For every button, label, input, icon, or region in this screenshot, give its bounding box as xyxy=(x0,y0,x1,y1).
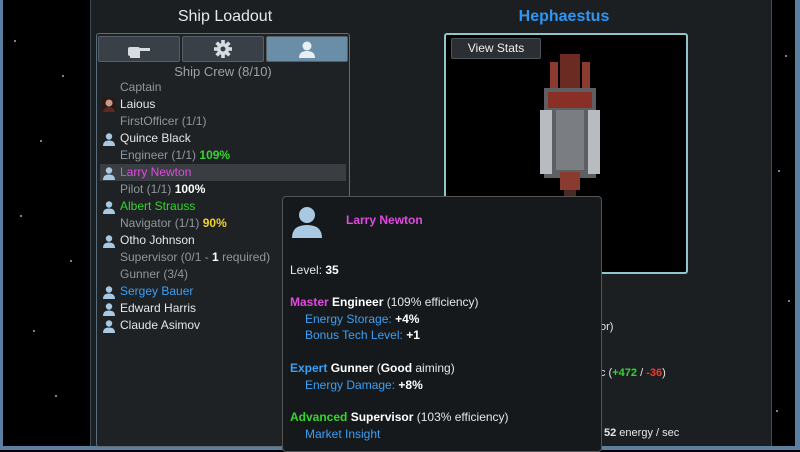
stat-peek-b-suffix: ) xyxy=(662,367,666,379)
crew-name: Larry Newton xyxy=(120,165,192,179)
level-value: 35 xyxy=(325,263,339,277)
skill-rank: Advanced xyxy=(290,410,348,424)
stat-peek-c-unit: energy / sec xyxy=(616,427,680,439)
skill-desc: (103% efficiency) xyxy=(413,410,509,424)
role-line: Supervisor (0/1 - 1 required) xyxy=(120,249,270,266)
role-efficiency: 100% xyxy=(174,182,206,196)
skill-rank: Expert xyxy=(290,361,328,375)
star xyxy=(776,410,778,412)
crew-name: Otho Johnson xyxy=(120,233,195,247)
skill-desc-suffix: aiming) xyxy=(412,361,455,375)
role-engineer: Engineer (1/1) 109% xyxy=(100,147,346,164)
role-label: FirstOfficer (1/1) xyxy=(120,114,207,128)
star xyxy=(40,140,42,142)
person-icon xyxy=(103,303,115,316)
person-icon xyxy=(103,320,115,333)
crew-member-laious[interactable]: Laious xyxy=(100,96,346,113)
skill-desc: (109% efficiency) xyxy=(383,295,479,309)
person-icon xyxy=(103,201,115,214)
role-required-count: 1 xyxy=(212,250,219,264)
tooltip-level: Level: 35 xyxy=(290,263,339,277)
ship-sprite xyxy=(540,54,600,198)
crew-name: Laious xyxy=(120,97,156,111)
skill-engineer: Master Engineer (109% efficiency) xyxy=(290,295,479,309)
role-label: Supervisor (0/1 - xyxy=(120,250,213,264)
tab-crew[interactable] xyxy=(266,36,348,62)
skill-supervisor: Advanced Supervisor (103% efficiency) xyxy=(290,410,509,424)
role-label: Engineer (1/1) xyxy=(120,148,197,162)
crew-member-quince-black[interactable]: Quince Black xyxy=(100,130,346,147)
star xyxy=(14,40,16,42)
crew-name: Sergey Bauer xyxy=(120,284,194,298)
ship-name-title: Hephaestus xyxy=(518,8,610,25)
crew-portrait-icon xyxy=(292,207,322,238)
skill-desc: ( xyxy=(373,361,381,375)
bonus-energy-storage: Energy Storage: +4% xyxy=(305,312,419,326)
stat-peek-b-separator: / xyxy=(637,367,647,379)
ship-loadout-title: Ship Loadout xyxy=(177,8,273,25)
turret-icon xyxy=(128,47,150,58)
role-first-officer: FirstOfficer (1/1) xyxy=(100,113,346,130)
crew-name: Albert Strauss xyxy=(120,199,196,213)
person-icon xyxy=(103,167,115,180)
crew-name: Edward Harris xyxy=(120,301,197,315)
skill-title: Gunner xyxy=(327,361,374,375)
ship-crew-header: Ship Crew (8/10) xyxy=(174,64,272,79)
person-icon xyxy=(103,235,115,248)
role-captain: Captain xyxy=(100,79,346,96)
tooltip-crew-name: Larry Newton xyxy=(346,213,423,227)
star xyxy=(62,75,64,77)
role-line: Navigator (1/1) 90% xyxy=(120,215,227,232)
captain-portrait-icon xyxy=(102,98,116,112)
bonus-label: Energy Storage: xyxy=(305,312,396,326)
star xyxy=(788,300,790,302)
star xyxy=(33,330,35,332)
star xyxy=(20,215,22,217)
gear-icon xyxy=(214,40,232,58)
bonus-value: +1 xyxy=(406,328,420,342)
role-label: Navigator (1/1) xyxy=(120,216,200,230)
star xyxy=(785,55,787,57)
crew-name: Quince Black xyxy=(120,131,191,145)
role-efficiency: 109% xyxy=(199,148,231,162)
crew-member-larry-newton[interactable]: Larry Newton xyxy=(100,164,346,181)
crew-name: Claude Asimov xyxy=(120,318,201,332)
skill-title: Supervisor xyxy=(347,410,414,424)
bonus-tech-level: Bonus Tech Level: +1 xyxy=(305,328,420,342)
bonus-energy-damage: Energy Damage: +8% xyxy=(305,378,423,392)
stat-peek-b: c (+472 / -36) xyxy=(600,367,666,379)
person-icon xyxy=(103,286,115,299)
stat-peek-a: or) xyxy=(600,321,614,333)
role-label-suffix: required) xyxy=(218,250,271,264)
tab-modules[interactable] xyxy=(182,36,264,62)
screen-frame-right xyxy=(795,0,800,450)
role-efficiency: 90% xyxy=(202,216,227,230)
skill-title: Engineer xyxy=(328,295,384,309)
skill-desc-quality: Good xyxy=(380,361,413,375)
tab-weapons[interactable] xyxy=(98,36,180,62)
role-label: Captain xyxy=(120,80,162,94)
bonus-market-insight: Market Insight xyxy=(305,427,381,441)
level-label: Level: xyxy=(290,263,326,277)
skill-gunner: Expert Gunner (Good aiming) xyxy=(290,361,455,375)
bonus-value: +8% xyxy=(398,378,423,392)
bonus-label: Bonus Tech Level: xyxy=(305,328,407,342)
screen-frame-left xyxy=(0,0,3,450)
person-icon xyxy=(299,41,315,58)
bonus-label: Energy Damage: xyxy=(305,378,399,392)
stat-peek-b-negative: -36 xyxy=(646,367,663,379)
skill-rank: Master xyxy=(290,295,329,309)
stat-peek-b-positive: +472 xyxy=(612,367,638,379)
star xyxy=(778,170,780,172)
star xyxy=(70,260,72,262)
person-icon xyxy=(103,133,115,146)
role-label: Gunner (3/4) xyxy=(120,267,189,281)
bonus-value: +4% xyxy=(395,312,420,326)
role-label: Pilot (1/1) xyxy=(120,182,172,196)
stat-peek-c: 52 energy / sec xyxy=(604,427,679,439)
role-line: Pilot (1/1) 100% xyxy=(120,181,205,198)
stat-peek-c-value: 52 xyxy=(604,427,617,439)
role-line: Engineer (1/1) 109% xyxy=(120,147,230,164)
star xyxy=(55,395,57,397)
